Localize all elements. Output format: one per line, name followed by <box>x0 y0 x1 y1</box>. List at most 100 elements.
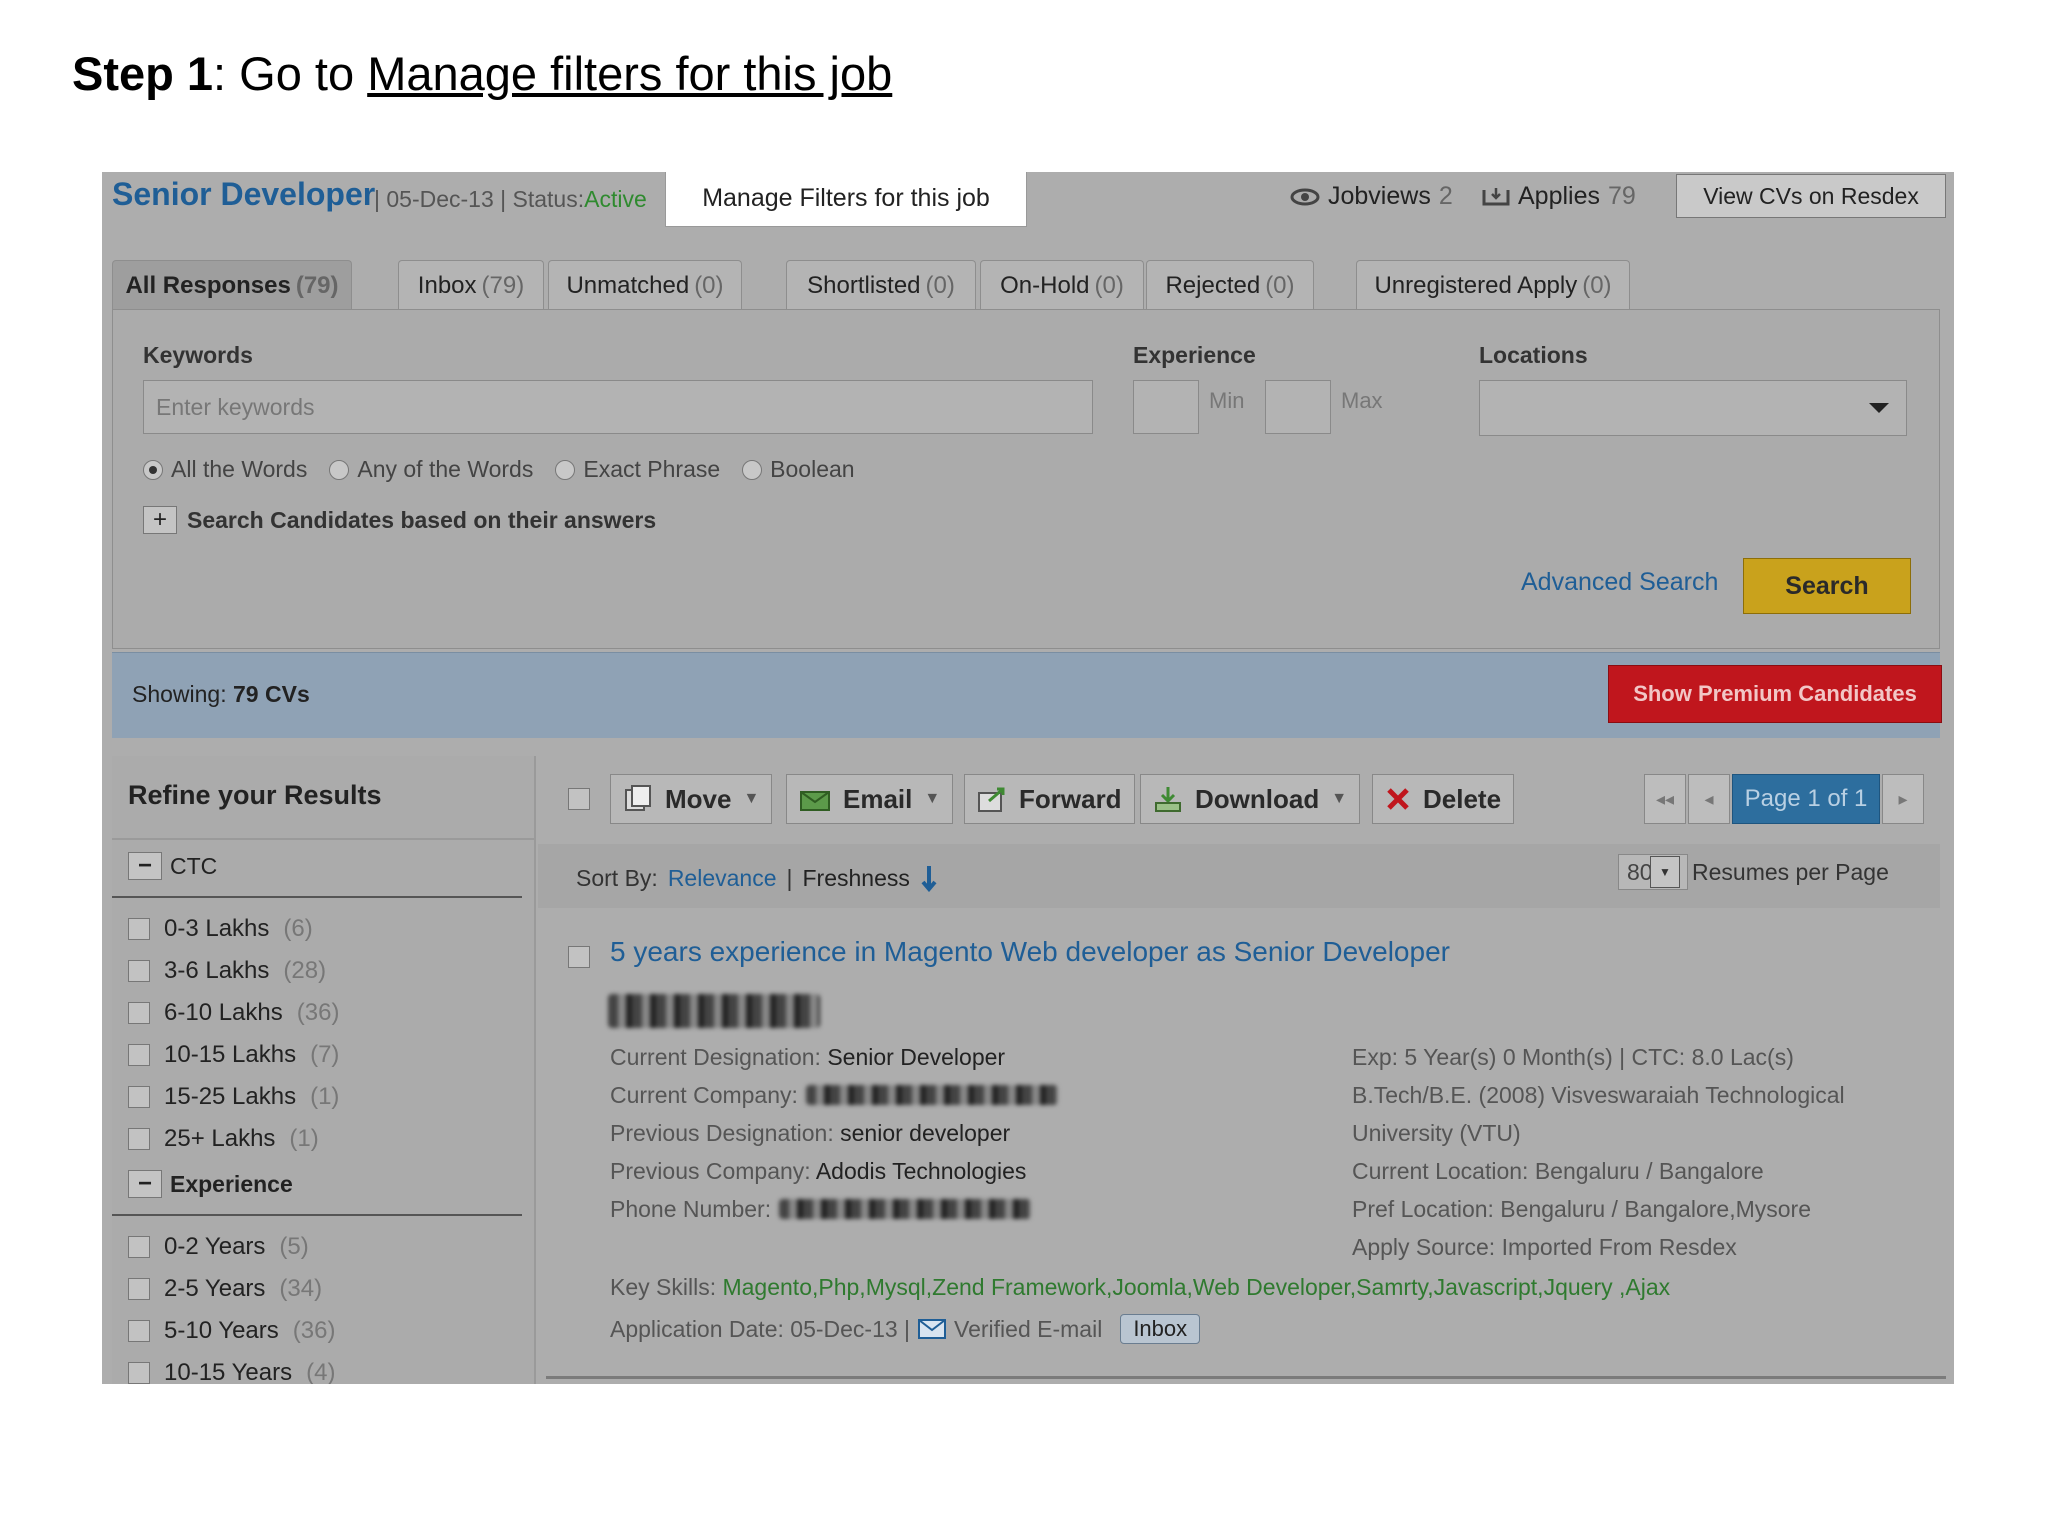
filter-label: 15-25 Lakhs <box>164 1083 297 1110</box>
candidate-name-redacted <box>608 994 820 1028</box>
delete-button[interactable]: Delete <box>1372 774 1515 824</box>
filter-label: 6-10 Lakhs <box>164 999 283 1026</box>
detail-key: Previous Designation: <box>610 1120 834 1146</box>
chevron-down-icon <box>1869 403 1889 413</box>
result-checkbox[interactable] <box>568 946 590 968</box>
current-location: Current Location: Bengaluru / Bangalore <box>1352 1158 1764 1184</box>
filter-item[interactable]: 0-2 Years (5) <box>128 1226 335 1268</box>
jobviews-label: Jobviews <box>1328 182 1431 210</box>
checkbox[interactable] <box>128 1278 150 1300</box>
sort-label: Sort By: <box>576 864 658 891</box>
tab-shortlisted[interactable]: Shortlisted (0) <box>786 260 976 310</box>
tab-unmatched[interactable]: Unmatched (0) <box>548 260 742 310</box>
select-all-checkbox[interactable] <box>568 788 590 810</box>
tab-label: All Responses <box>125 271 291 299</box>
radio-boolean[interactable] <box>742 459 763 480</box>
email-label: Email <box>843 783 913 814</box>
experience-filter-label: Experience <box>170 1170 293 1197</box>
job-title[interactable]: Senior Developer <box>112 176 375 213</box>
filter-item[interactable]: 2-5 Years (34) <box>128 1268 335 1310</box>
tab-count: (0) <box>1582 271 1612 299</box>
manage-filters-button[interactable]: Manage Filters for this job <box>666 172 1026 226</box>
move-button[interactable]: Move ▼ <box>610 774 773 824</box>
tab-label: Inbox <box>417 271 477 299</box>
next-page-icon[interactable]: ▸ <box>1882 774 1924 824</box>
filter-item[interactable]: 6-10 Lakhs (36) <box>128 992 339 1034</box>
checkbox[interactable] <box>128 918 150 940</box>
sort-separator: | <box>786 864 793 891</box>
ctc-section-toggle[interactable]: − CTC <box>128 852 217 880</box>
detail-key: Previous Company: <box>610 1158 811 1184</box>
sort-relevance-link[interactable]: Relevance <box>668 865 777 892</box>
filter-item[interactable]: 5-10 Years (36) <box>128 1310 335 1352</box>
forward-button[interactable]: Forward <box>964 774 1135 824</box>
download-button[interactable]: Download ▼ <box>1140 774 1361 824</box>
verified-label: Verified E-mail <box>954 1316 1103 1342</box>
radio-all-words[interactable] <box>143 459 163 480</box>
prev-page-icon[interactable]: ◂ <box>1688 774 1730 824</box>
checkbox[interactable] <box>128 1362 150 1384</box>
tab-rejected[interactable]: Rejected (0) <box>1146 260 1314 310</box>
filter-item[interactable]: 15-25 Lakhs (1) <box>128 1076 339 1118</box>
answers-toggle[interactable]: + Search Candidates based on their answe… <box>143 506 656 534</box>
skills-label: Key Skills: <box>610 1274 717 1300</box>
detail-key: Current Company: <box>610 1082 798 1108</box>
email-button[interactable]: Email ▼ <box>786 774 954 824</box>
filter-item[interactable]: 0-3 Lakhs (6) <box>128 908 339 950</box>
checkbox[interactable] <box>128 1002 150 1024</box>
tab-inbox[interactable]: Inbox (79) <box>398 260 544 310</box>
filter-item[interactable]: 3-6 Lakhs (28) <box>128 950 339 992</box>
radio-label: Any of the Words <box>357 456 534 482</box>
checkbox[interactable] <box>128 1044 150 1066</box>
job-meta: | 05-Dec-13 | Status:Active <box>374 186 647 213</box>
skills-list: Magento,Php,Mysql,Zend Framework,Joomla,… <box>722 1274 1671 1300</box>
minus-icon: − <box>128 852 162 880</box>
locations-label: Locations <box>1479 342 1588 368</box>
detail-value: Adodis Technologies <box>815 1158 1027 1184</box>
filter-item[interactable]: 25+ Lakhs (1) <box>128 1118 339 1160</box>
detail-row: Previous Company: Adodis Technologies <box>610 1152 1058 1190</box>
search-panel: Keywords Enter keywords Experience Min M… <box>112 309 1940 649</box>
show-premium-button[interactable]: Show Premium Candidates <box>1608 665 1942 723</box>
tab-label: On-Hold <box>1000 271 1090 299</box>
inbox-tag: Inbox <box>1120 1314 1201 1344</box>
filter-item[interactable]: 10-15 Years (4) <box>128 1352 335 1384</box>
checkbox[interactable] <box>128 1086 150 1108</box>
tab-all-responses[interactable]: All Responses (79) <box>112 260 352 310</box>
filter-count: (1) <box>289 1125 319 1152</box>
checkbox[interactable] <box>128 1320 150 1342</box>
radio-any-words[interactable] <box>329 459 350 480</box>
result-details-right: Exp: 5 Year(s) 0 Month(s) | CTC: 8.0 Lac… <box>1352 1038 1845 1266</box>
filter-item[interactable]: 10-15 Lakhs (7) <box>128 1034 339 1076</box>
search-button[interactable]: Search <box>1743 558 1911 614</box>
step-link: Manage filters for this job <box>367 47 893 100</box>
locations-select[interactable] <box>1479 380 1907 436</box>
keywords-input[interactable]: Enter keywords <box>143 380 1093 434</box>
result-title-link[interactable]: 5 years experience in Magento Web develo… <box>610 936 1450 968</box>
sort-freshness-link[interactable]: Freshness <box>802 865 909 892</box>
filter-count: (4) <box>306 1359 336 1384</box>
tab-count: (0) <box>925 271 955 299</box>
divider <box>112 1214 522 1216</box>
ctc-label: CTC <box>170 852 218 879</box>
exp-min-input[interactable] <box>1133 380 1199 434</box>
tab-unregistered-apply[interactable]: Unregistered Apply (0) <box>1356 260 1630 310</box>
experience-list: 0-2 Years (5) 2-5 Years (34) 5-10 Years (36… <box>128 1226 335 1384</box>
showing-label: Showing: <box>132 681 227 707</box>
view-cvs-resdex-button[interactable]: View CVs on Resdex <box>1676 174 1946 218</box>
showing-value: 79 CVs <box>233 681 310 707</box>
experience-section-toggle[interactable]: − Experience <box>128 1170 293 1198</box>
email-icon <box>800 791 830 811</box>
radio-exact-phrase[interactable] <box>555 459 576 480</box>
checkbox[interactable] <box>128 960 150 982</box>
tab-on-hold[interactable]: On-Hold (0) <box>980 260 1144 310</box>
checkbox[interactable] <box>128 1236 150 1258</box>
exp-max-input[interactable] <box>1265 380 1331 434</box>
advanced-search-link[interactable]: Advanced Search <box>1521 568 1718 597</box>
filter-label: 5-10 Years <box>164 1317 279 1344</box>
first-page-icon[interactable]: ◂◂ <box>1644 774 1686 824</box>
answers-label: Search Candidates based on their answers <box>187 506 657 533</box>
checkbox[interactable] <box>128 1128 150 1150</box>
filter-count: (6) <box>283 915 313 942</box>
chevron-down-icon[interactable]: ▼ <box>1650 856 1680 888</box>
